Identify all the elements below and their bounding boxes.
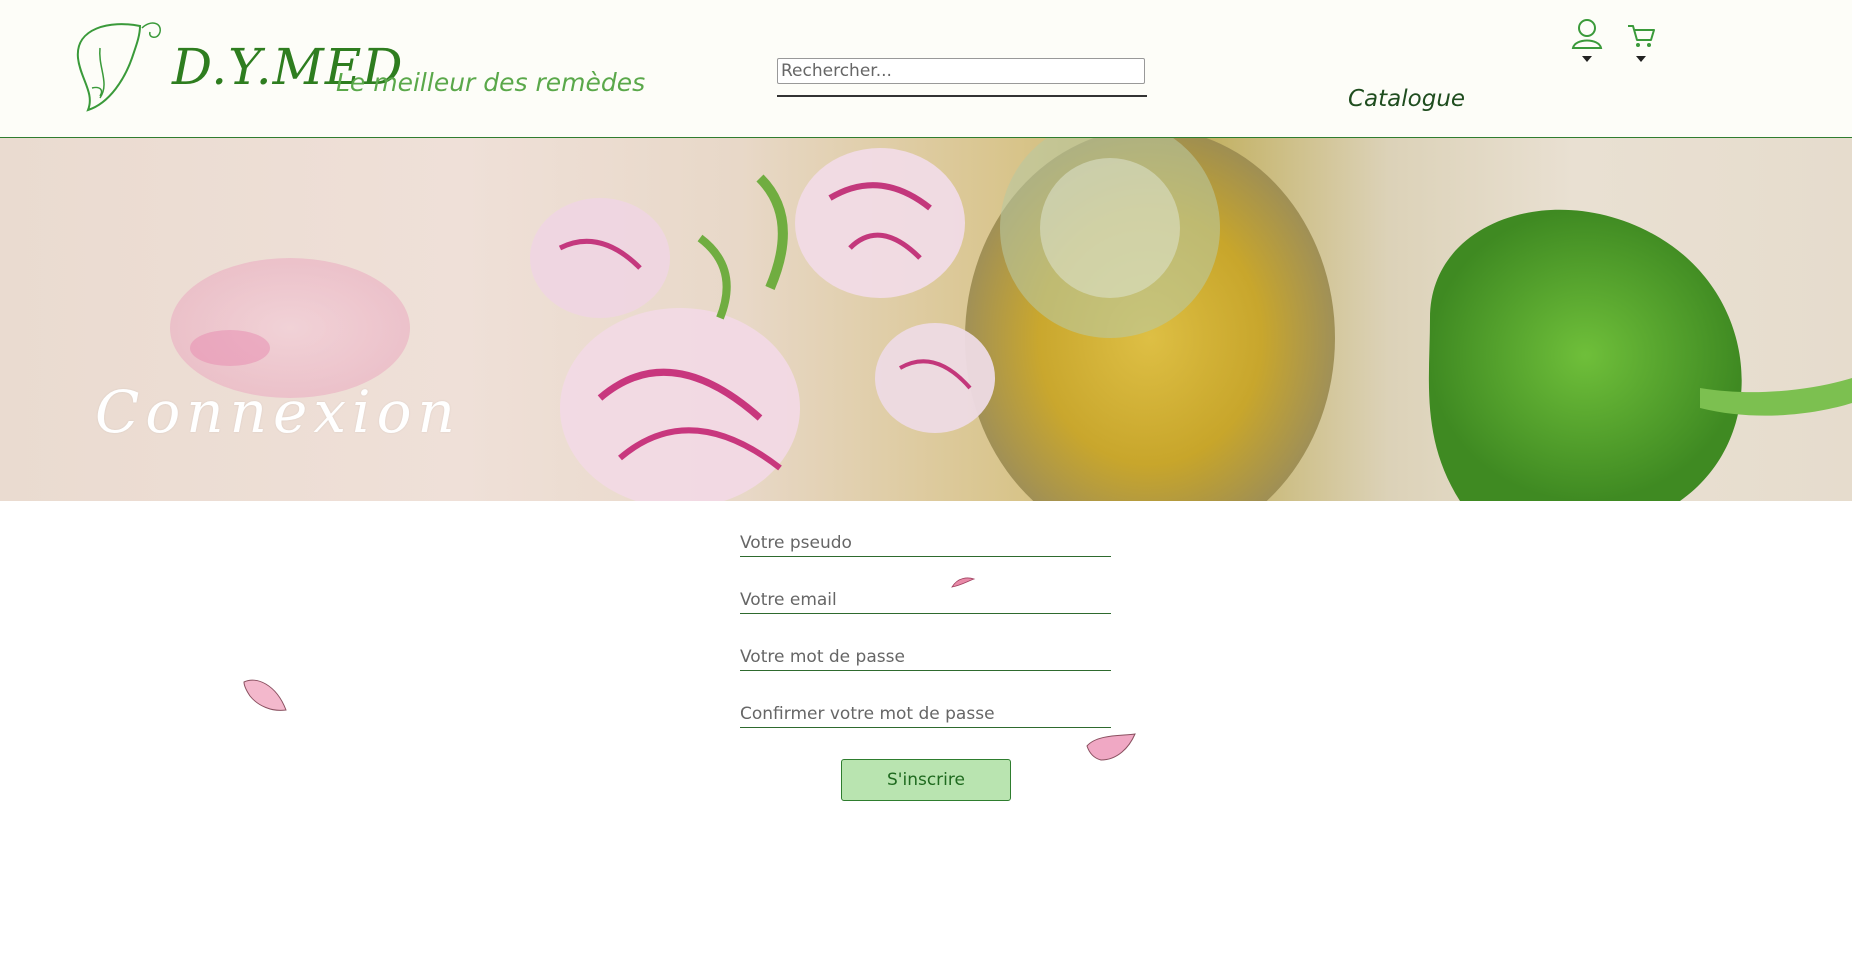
butterfly-logo-icon[interactable] [70, 18, 170, 120]
signup-button[interactable]: S'inscrire [841, 759, 1011, 801]
confirm-password-field[interactable] [740, 700, 1111, 728]
password-field[interactable] [740, 643, 1111, 671]
nav-catalogue-link[interactable]: Catalogue [1348, 86, 1465, 112]
falling-petal-icon [951, 577, 976, 588]
search-input[interactable] [777, 58, 1145, 84]
user-menu-button[interactable] [1570, 18, 1604, 68]
search-underline [777, 95, 1147, 97]
brand-tagline: Le meilleur des remèdes [336, 68, 646, 97]
falling-petal-icon [243, 679, 287, 711]
email-field[interactable] [740, 586, 1111, 614]
page-title: Connexion [95, 378, 461, 446]
falling-petal-icon [1086, 733, 1136, 761]
hero-banner: Connexion [0, 138, 1852, 501]
pseudo-field[interactable] [740, 529, 1111, 557]
user-icon [1571, 19, 1603, 49]
site-header: D.Y.MED Le meilleur des remèdes Catalogu… [0, 0, 1852, 138]
chevron-down-icon [1582, 56, 1592, 62]
chevron-down-icon [1636, 56, 1646, 62]
cart-icon [1628, 25, 1655, 47]
banner-flowers-image [170, 138, 1852, 501]
cart-menu-button[interactable] [1624, 18, 1658, 68]
